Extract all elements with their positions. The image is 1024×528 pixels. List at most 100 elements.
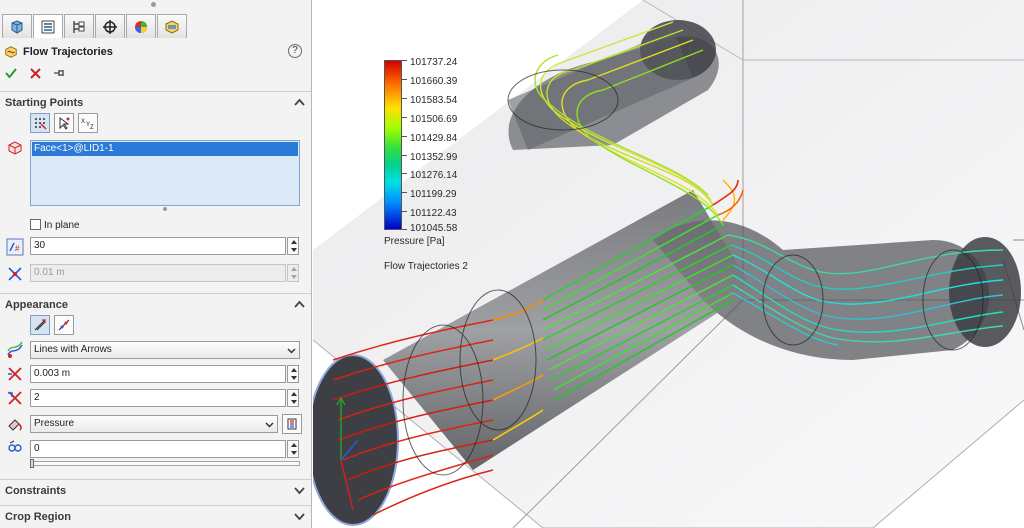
legend-value: 101122.43 (410, 208, 457, 219)
list-resize-grip[interactable] (163, 207, 167, 211)
page-title: Flow Trajectories (23, 46, 113, 58)
draw-spheres-button[interactable] (54, 315, 74, 335)
graphics-viewport[interactable]: 101737.24 101660.39 101583.54 101506.69 … (313, 0, 1024, 528)
line-width-spinner[interactable] (287, 365, 299, 383)
number-of-points-spinner[interactable] (287, 237, 299, 255)
tab-display-manager[interactable] (126, 14, 156, 38)
property-list-icon (41, 20, 55, 33)
tab-configuration-manager[interactable] (64, 14, 94, 38)
color-settings-button[interactable] (282, 414, 302, 434)
legend-tick (402, 229, 407, 230)
svg-text:#: # (15, 244, 20, 253)
appearance-ball-icon (135, 20, 147, 33)
chevron-down-icon (294, 485, 305, 496)
legend-tick (402, 192, 407, 193)
face-selection-icon (5, 138, 25, 158)
value-slider-thumb[interactable] (30, 459, 34, 468)
legend-tick (402, 117, 407, 118)
tab-feature-manager[interactable] (2, 14, 32, 38)
pressure-legend[interactable]: 101737.24 101660.39 101583.54 101506.69 … (384, 57, 504, 280)
legend-tick (402, 173, 407, 174)
legend-unit-label: Pressure [Pa] (384, 236, 445, 247)
action-buttons (4, 66, 66, 82)
help-button[interactable]: ? (288, 44, 302, 58)
number-of-points-field[interactable]: 30 (30, 237, 286, 255)
selected-face-item[interactable]: Face<1>@LID1-1 (32, 142, 298, 156)
spacing-icon (5, 264, 25, 284)
color-by-icon (5, 414, 25, 434)
number-of-points-icon: # (5, 237, 25, 257)
legend-tick (402, 211, 407, 212)
pushpin-icon (54, 70, 64, 76)
legend-value: 101429.84 (410, 133, 458, 144)
arrow-size-field[interactable]: 2 (30, 389, 286, 407)
line-width-field[interactable]: 0.003 m (30, 365, 286, 383)
min-max-icon (5, 438, 25, 458)
legend-plot-name: Flow Trajectories 2 (384, 261, 468, 272)
coordinates-button[interactable]: XYZ (78, 113, 98, 133)
close-icon (29, 67, 41, 79)
legend-tick (402, 155, 407, 156)
point-grid-icon (35, 118, 47, 130)
draw-style-dropdown[interactable]: Lines with Arrows (30, 341, 300, 359)
pick-point-button[interactable] (54, 113, 74, 133)
spacing-spinner[interactable] (287, 264, 299, 282)
arrow-size-spinner[interactable] (287, 389, 299, 407)
section-crop-region[interactable]: Crop Region (0, 505, 311, 527)
chevron-up-icon (294, 299, 305, 310)
legend-value: 101737.24 (410, 57, 458, 68)
tab-flow-simulation[interactable] (157, 14, 187, 38)
xyz-icon: XYZ (81, 119, 94, 130)
ok-button[interactable] (4, 66, 18, 80)
checkmark-icon (5, 68, 17, 79)
selection-list[interactable]: Face<1>@LID1-1 (30, 140, 300, 206)
pushpin-button[interactable] (52, 66, 66, 80)
pick-points-button[interactable] (30, 113, 50, 133)
spacing-field[interactable]: 0.01 m (30, 264, 286, 282)
svg-text:X: X (81, 119, 85, 125)
manager-tab-bar (2, 14, 188, 38)
section-label: Crop Region (5, 510, 71, 523)
section-label: Constraints (5, 484, 67, 497)
panel-resize-grip[interactable] (151, 2, 156, 7)
legend-tick (402, 98, 407, 99)
cursor-point-icon (59, 117, 70, 130)
tab-dimxpert-manager[interactable] (95, 14, 125, 38)
legend-color-bar (384, 60, 402, 230)
flow-trajectories-icon (5, 46, 17, 58)
color-by-value: Pressure (34, 418, 75, 429)
in-plane-checkbox[interactable] (30, 219, 41, 230)
draw-style-icon (5, 340, 25, 360)
value-field[interactable]: 0 (30, 440, 286, 458)
property-manager-panel: Flow Trajectories ? Starting Points XYZ … (0, 0, 312, 528)
legend-tick (402, 79, 407, 80)
trajectory-points-icon (58, 319, 70, 331)
legend-tick (402, 136, 407, 137)
draw-style-value: Lines with Arrows (34, 344, 112, 355)
legend-value: 101199.29 (410, 189, 457, 200)
line-width-icon (5, 364, 25, 384)
section-label: Starting Points (5, 96, 84, 109)
draw-lines-button[interactable] (30, 315, 50, 335)
chevron-down-icon (287, 345, 296, 354)
section-constraints[interactable]: Constraints (0, 479, 311, 501)
chevron-up-icon (294, 97, 305, 108)
legend-value: 101276.14 (410, 170, 458, 181)
trajectory-lines-icon (34, 319, 46, 331)
cancel-button[interactable] (28, 66, 42, 80)
section-starting-points[interactable]: Starting Points (0, 91, 311, 113)
tab-property-manager[interactable] (33, 14, 63, 38)
value-spinner[interactable] (287, 440, 299, 458)
value-slider[interactable] (30, 461, 300, 466)
legend-value: 101583.54 (410, 95, 458, 106)
color-by-dropdown[interactable]: Pressure (30, 415, 278, 433)
svg-text:Z: Z (90, 125, 94, 130)
legend-value: 101660.39 (410, 76, 458, 87)
legend-tick (402, 60, 407, 61)
chevron-down-icon (265, 419, 274, 428)
legend-value: 101045.58 (410, 223, 458, 234)
chevron-down-icon (294, 511, 305, 522)
configuration-icon (73, 20, 85, 33)
section-appearance[interactable]: Appearance (0, 293, 311, 315)
crosshair-icon (103, 19, 117, 34)
